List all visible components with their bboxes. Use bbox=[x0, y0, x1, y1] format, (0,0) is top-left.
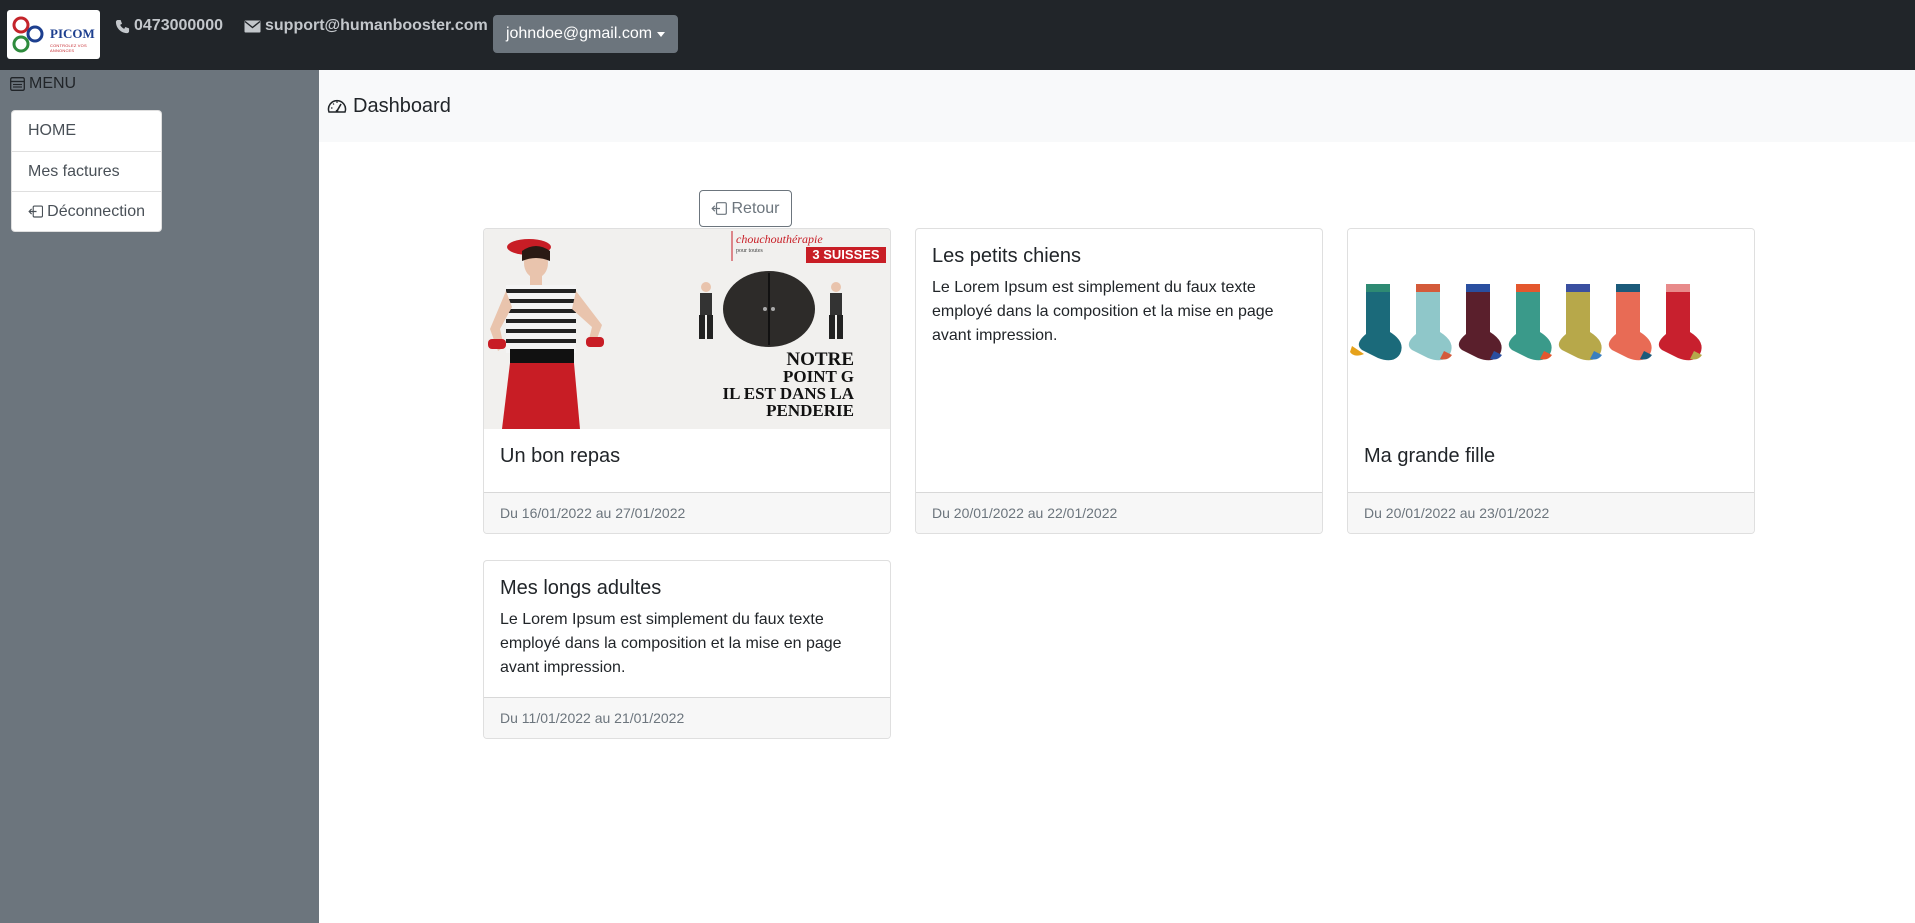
card-date-range: Du 11/01/2022 au 21/01/2022 bbox=[484, 697, 890, 738]
card-date-range: Du 20/01/2022 au 22/01/2022 bbox=[916, 492, 1322, 533]
phone-number: 0473000000 bbox=[134, 17, 223, 34]
support-email: support@humanbooster.com bbox=[265, 17, 488, 34]
headline-line-4: penderie bbox=[766, 401, 854, 420]
user-dropdown-button[interactable]: johndoe@gmail.com bbox=[493, 15, 678, 53]
ad-image-socks bbox=[1348, 229, 1754, 429]
sidebar: MENU HOME Mes factures Déconnection bbox=[0, 70, 319, 923]
page-header: Dashboard bbox=[319, 70, 1915, 142]
picom-logo[interactable]: PICOM CONTROLEZ VOS ANNONCES bbox=[7, 10, 100, 59]
brand-badge: 3 SUISSES bbox=[812, 247, 880, 262]
back-button-label: Retour bbox=[731, 199, 780, 217]
top-navbar: PICOM CONTROLEZ VOS ANNONCES 0473000000 … bbox=[0, 0, 1915, 70]
logo-wordmark: PICOM bbox=[50, 26, 95, 41]
card-date-range: Du 20/01/2022 au 23/01/2022 bbox=[1348, 492, 1754, 533]
menu-card-icon bbox=[10, 77, 25, 91]
phone-contact: 0473000000 bbox=[115, 17, 223, 35]
sidebar-item-invoices[interactable]: Mes factures bbox=[12, 151, 161, 191]
brand-script: chouchouthérapie bbox=[736, 232, 823, 246]
sidebar-menu: HOME Mes factures Déconnection bbox=[11, 110, 162, 232]
menu-heading-label: MENU bbox=[29, 75, 77, 92]
ad-card[interactable]: Mes longs adultes Le Lorem Ipsum est sim… bbox=[483, 560, 891, 739]
menu-heading: MENU bbox=[10, 75, 76, 93]
page-title-text: Dashboard bbox=[353, 94, 451, 117]
ad-image-fashion: chouchouthérapie pour toutes 3 SUISSES N… bbox=[484, 229, 890, 429]
fashion-ad-illustration: chouchouthérapie pour toutes 3 SUISSES N… bbox=[484, 229, 890, 429]
logout-arrow-icon bbox=[28, 205, 44, 218]
phone-icon bbox=[115, 19, 130, 33]
sidebar-item-label: Déconnection bbox=[47, 202, 145, 220]
card-description: Le Lorem Ipsum est simplement du faux te… bbox=[932, 279, 1274, 344]
back-arrow-icon bbox=[711, 202, 728, 215]
sidebar-item-logout[interactable]: Déconnection bbox=[12, 191, 161, 231]
page-title: Dashboard bbox=[327, 95, 451, 118]
sidebar-item-home[interactable]: HOME bbox=[12, 111, 161, 151]
speedometer-icon bbox=[327, 99, 347, 113]
logo-tagline: CONTROLEZ VOS ANNONCES bbox=[50, 43, 87, 53]
ad-card[interactable]: Ma grande fille Du 20/01/2022 au 23/01/2… bbox=[1347, 228, 1755, 534]
card-title: Les petits chiens bbox=[932, 245, 1081, 267]
back-button[interactable]: Retour bbox=[699, 190, 792, 227]
card-title: Mes longs adultes bbox=[500, 577, 662, 599]
email-contact: support@humanbooster.com bbox=[244, 17, 488, 35]
sidebar-item-label: HOME bbox=[28, 122, 76, 139]
card-title: Ma grande fille bbox=[1364, 445, 1496, 467]
card-description: Le Lorem Ipsum est simplement du faux te… bbox=[500, 611, 842, 676]
ad-card[interactable]: chouchouthérapie pour toutes 3 SUISSES N… bbox=[483, 228, 891, 534]
logo-circles-icon bbox=[12, 16, 44, 53]
user-email-label: johndoe@gmail.com bbox=[505, 25, 653, 42]
caret-down-icon bbox=[657, 31, 666, 37]
card-title: Un bon repas bbox=[500, 445, 621, 467]
socks-illustration bbox=[1348, 229, 1754, 429]
card-date-range: Du 16/01/2022 au 27/01/2022 bbox=[484, 492, 890, 533]
brand-small: pour toutes bbox=[736, 248, 763, 254]
ad-card[interactable]: Les petits chiens Le Lorem Ipsum est sim… bbox=[915, 228, 1323, 534]
envelope-icon bbox=[244, 20, 261, 32]
sidebar-item-label: Mes factures bbox=[28, 162, 120, 180]
